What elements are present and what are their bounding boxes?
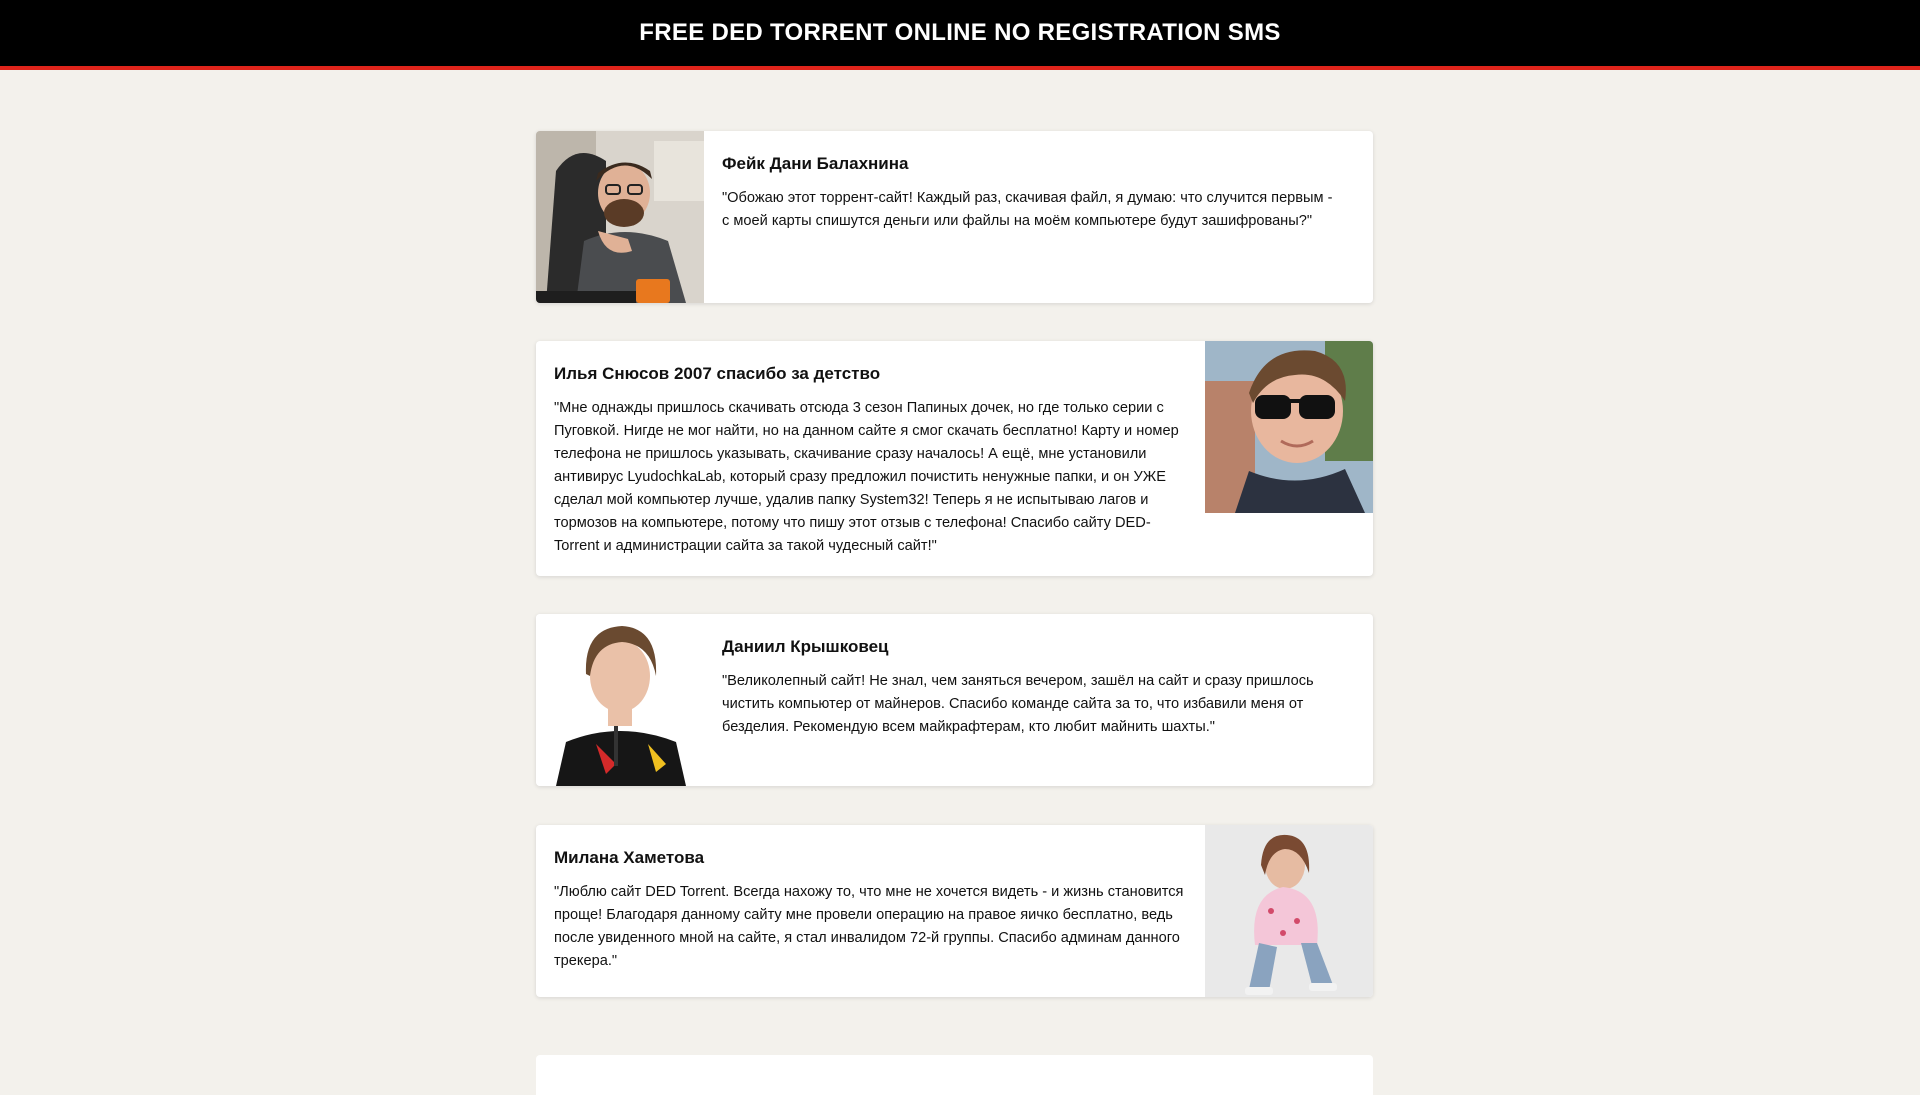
reviewer-photo-4	[1205, 825, 1373, 997]
reviewer-name-4: Милана Хаметова	[554, 848, 705, 867]
review-quote-1: "Обожаю этот торрент-сайт! Каждый раз, с…	[722, 190, 1333, 229]
review-card-3: Даниил Крышковец "Великолепный сайт! Не …	[536, 614, 1373, 786]
review-card-4: Милана Хаметова "Люблю сайт DED Torrent.…	[536, 825, 1373, 997]
review-card-1: Фейк Дани Балахнина "Обожаю этот торрент…	[536, 131, 1373, 303]
reviewer-photo-1	[536, 131, 704, 303]
review-card-2: Илья Снюсов 2007 спасибо за детство "Мне…	[536, 341, 1373, 576]
reviewer-name-3: Даниил Крышковец	[722, 637, 889, 656]
reviewer-name-1: Фейк Дани Балахнина	[722, 154, 909, 173]
reviewer-name-2: Илья Снюсов 2007 спасибо за детство	[554, 364, 881, 383]
site-header: FREE DED TORRENT ONLINE NO REGISTRATION …	[0, 0, 1920, 70]
reviewer-photo-2	[1205, 341, 1373, 513]
review-quote-3: "Великолепный сайт! Не знал, чем занятьс…	[722, 673, 1314, 735]
review-quote-2: "Мне однажды пришлось скачивать отсюда 3…	[554, 400, 1179, 554]
site-title: FREE DED TORRENT ONLINE NO REGISTRATION …	[639, 19, 1281, 46]
review-quote-4: "Люблю сайт DED Torrent. Всегда нахожу т…	[554, 884, 1184, 969]
reviewer-photo-3	[536, 614, 704, 786]
review-card-5-partial	[536, 1055, 1373, 1095]
